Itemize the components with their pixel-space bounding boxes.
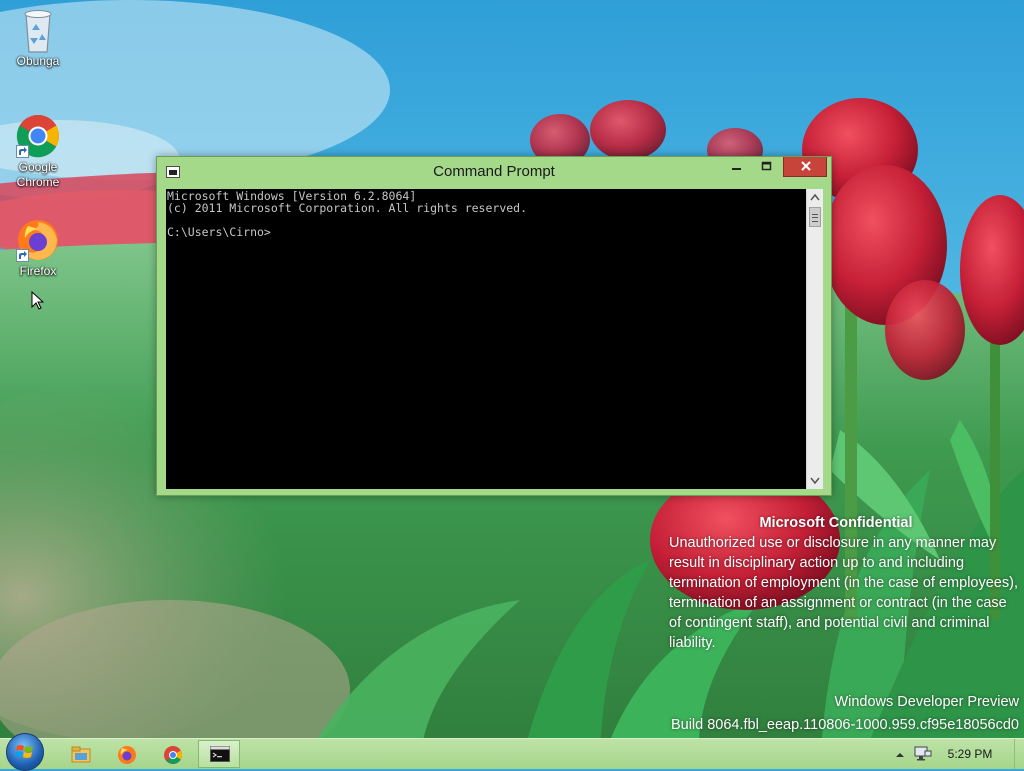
command-prompt-window[interactable]: Command Prompt Microsoft Windows [Versio… (156, 156, 832, 496)
show-hidden-icons-icon[interactable] (894, 750, 906, 760)
network-icon[interactable] (914, 746, 932, 762)
show-desktop-button[interactable] (1014, 739, 1024, 769)
scroll-thumb[interactable] (809, 207, 821, 227)
scroll-down-button[interactable] (807, 472, 823, 489)
file-explorer-icon (71, 746, 91, 763)
firefox-icon (16, 218, 60, 262)
window-titlebar[interactable]: Command Prompt (157, 157, 831, 189)
close-icon (801, 161, 811, 171)
taskbar-chrome[interactable] (152, 740, 194, 768)
shortcut-arrow-icon (16, 249, 29, 262)
taskbar-clock[interactable]: 5:29 PM (940, 747, 1000, 761)
taskbar: 5:29 PM (0, 733, 1024, 771)
desktop-icon-firefox[interactable]: Firefox (6, 218, 70, 279)
desktop-icon-recycle-bin[interactable]: Obunga (6, 8, 70, 69)
recycle-bin-icon (16, 8, 60, 53)
command-prompt-icon (210, 746, 230, 762)
os-edition-label: Windows Developer Preview (834, 694, 1019, 710)
maximize-icon (761, 161, 772, 171)
confidential-body: Unauthorized use or disclosure in any ma… (669, 535, 1018, 651)
maximize-button[interactable] (753, 157, 781, 177)
taskbar-file-explorer[interactable] (60, 740, 102, 768)
desktop-icon-label: Firefox (19, 264, 57, 278)
minimize-icon (732, 168, 741, 170)
vertical-scrollbar[interactable] (806, 189, 823, 489)
scroll-up-button[interactable] (807, 189, 823, 206)
start-button[interactable] (6, 733, 44, 771)
confidential-title: Microsoft Confidential (759, 515, 913, 531)
desktop-icon-label: Obunga (16, 54, 60, 68)
chevron-up-icon (810, 193, 820, 201)
chrome-icon (164, 746, 183, 764)
taskbar-firefox[interactable] (106, 740, 148, 768)
console-line: (c) 2011 Microsoft Corporation. All righ… (167, 201, 528, 215)
taskbar-command-prompt[interactable] (198, 740, 240, 768)
build-number-label: Build 8064.fbl_eeap.110806-1000.959.cf95… (670, 717, 1019, 733)
mouse-cursor-icon (31, 291, 45, 310)
firefox-icon (118, 746, 136, 764)
chevron-down-icon (810, 477, 820, 485)
console-output[interactable]: Microsoft Windows [Version 6.2.8064] (c) … (166, 189, 806, 489)
close-button[interactable] (783, 157, 827, 177)
console-line: C:\Users\Cirno> (167, 225, 271, 239)
system-tray (890, 739, 934, 769)
desktop-icon-label: Google Chrome (16, 160, 60, 189)
chrome-icon (16, 114, 60, 158)
windows-logo-icon (15, 745, 33, 758)
confidential-notice: Microsoft Confidential Unauthorized use … (669, 513, 1019, 653)
minimize-button[interactable] (723, 157, 751, 177)
shortcut-arrow-icon (16, 145, 29, 158)
desktop-icon-google-chrome[interactable]: Google Chrome (6, 114, 70, 190)
